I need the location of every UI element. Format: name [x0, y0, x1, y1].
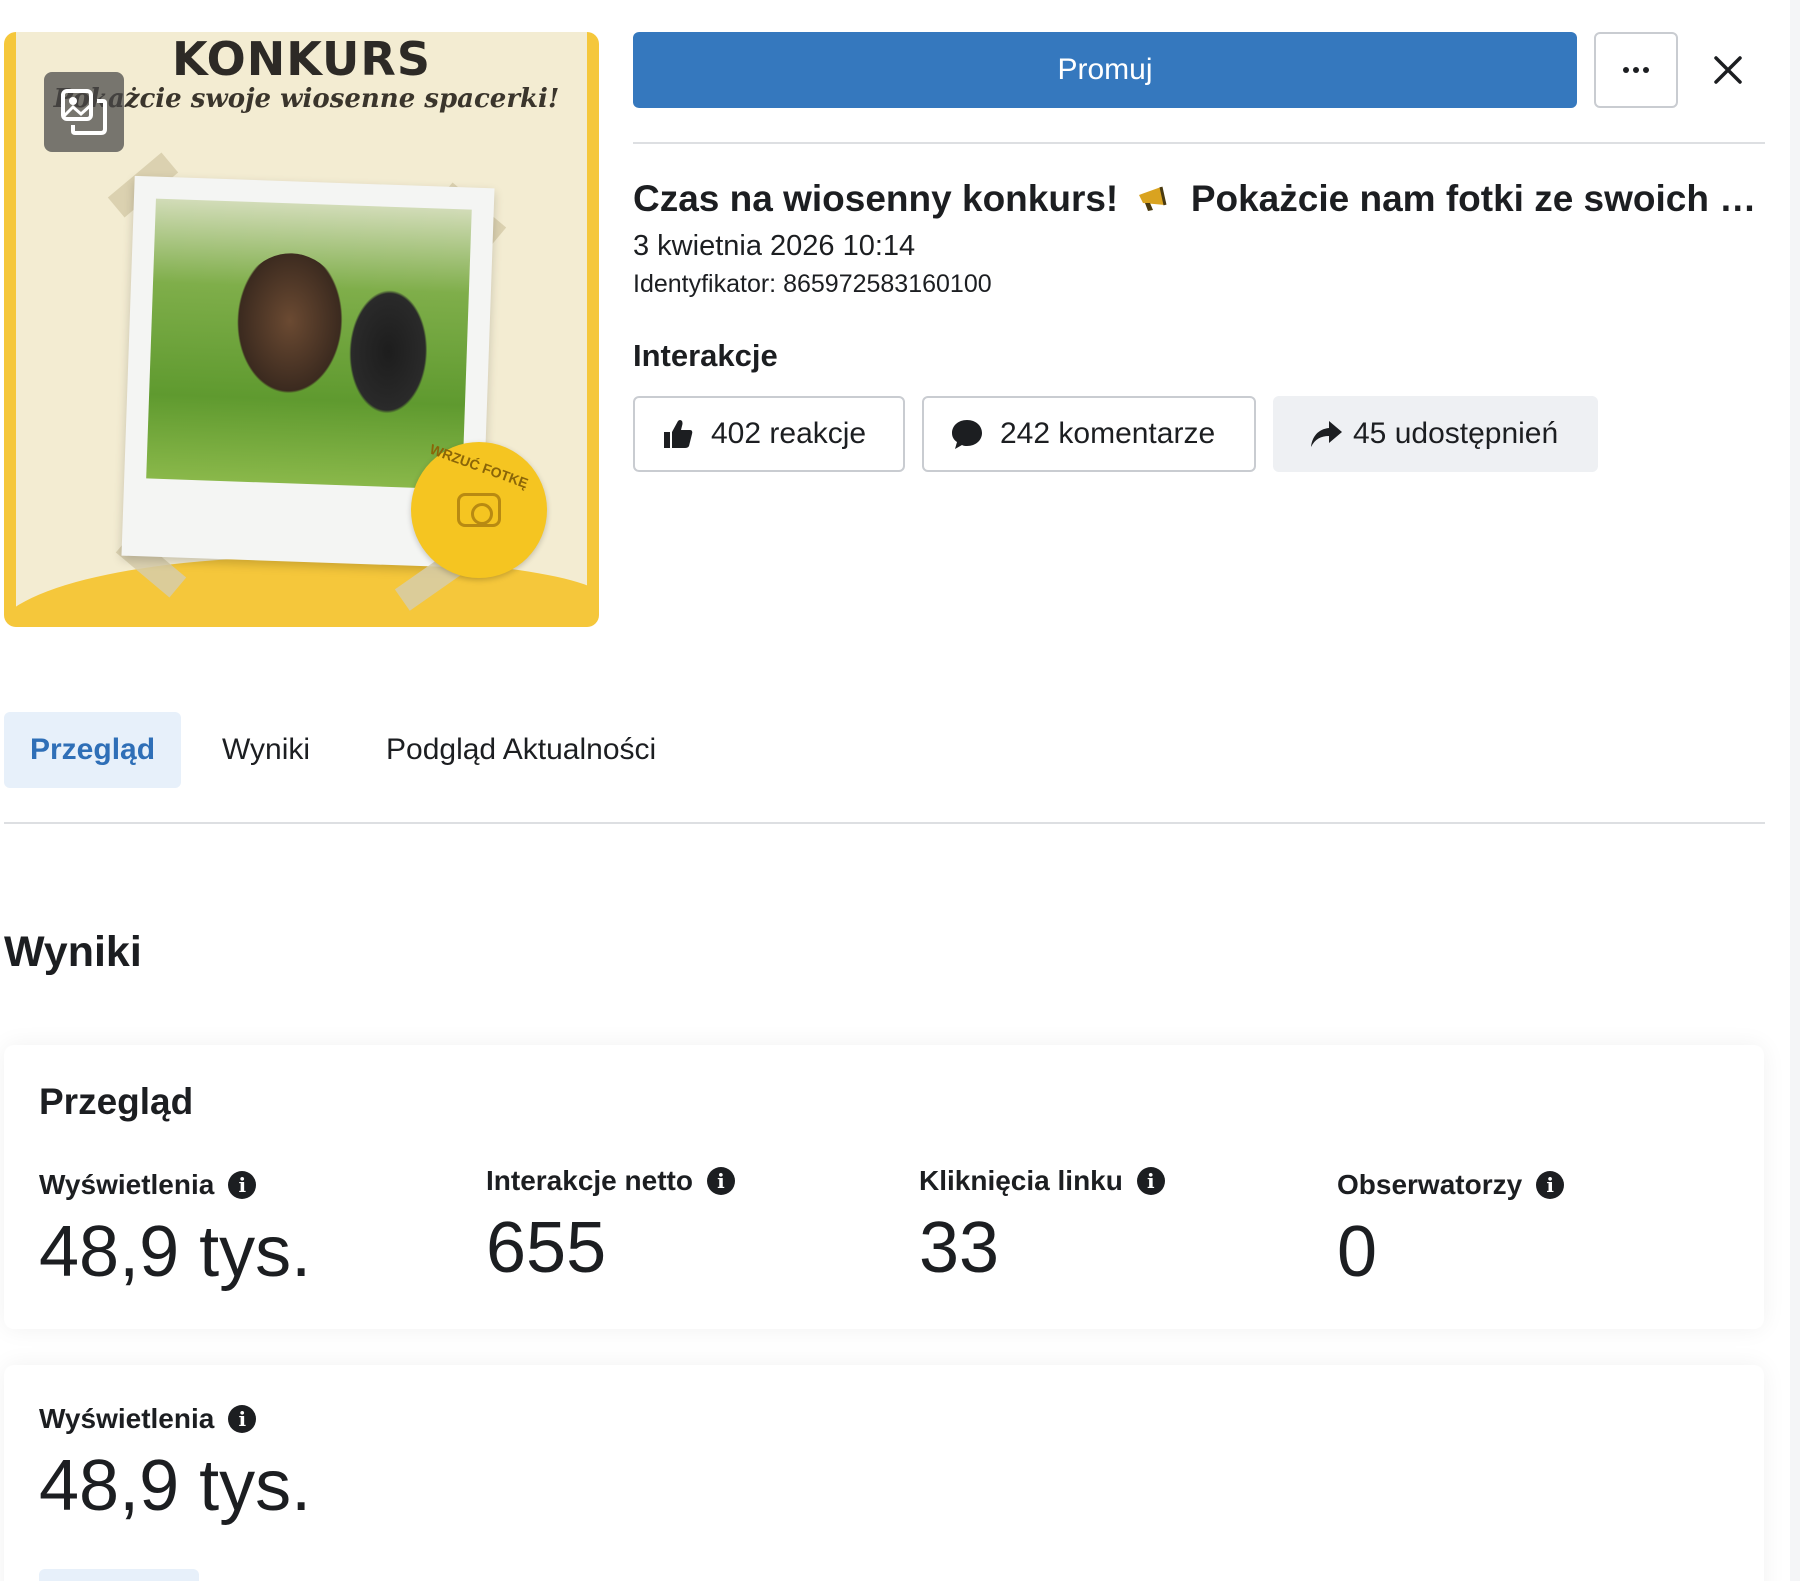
views-breakdown-chip[interactable]	[39, 1569, 199, 1581]
close-icon	[1714, 56, 1742, 84]
post-title: Czas na wiosenny konkurs! Pokażcie nam f…	[633, 178, 1765, 220]
metric-label: Interakcje netto	[486, 1165, 693, 1196]
promote-button[interactable]: Promuj	[633, 32, 1577, 108]
metric-link-clicks: Kliknięcia linku i 33	[919, 1165, 1165, 1289]
results-heading: Wyniki	[4, 928, 142, 976]
overview-card: Przegląd Wyświetlenia i 48,9 tys. Intera…	[4, 1045, 1764, 1329]
comments-button[interactable]: 242 komentarze	[922, 396, 1256, 472]
info-icon[interactable]: i	[228, 1171, 257, 1199]
thumbs-up-icon	[664, 420, 693, 448]
upload-photo-badge: WRZUĆ FOTKĘ	[411, 441, 547, 578]
metric-label: Obserwatorzy	[1337, 1169, 1523, 1200]
tab-results[interactable]: Wyniki	[196, 712, 336, 788]
more-options-button[interactable]	[1594, 32, 1678, 108]
thumbnail-subtitle: Pokażcie swoje wiosenne spacerki!	[53, 84, 560, 114]
info-icon[interactable]: i	[1136, 1167, 1165, 1195]
metric-value: 48,9 tys.	[39, 1212, 312, 1292]
reactions-button[interactable]: 402 reakcje	[633, 396, 905, 472]
info-icon[interactable]: i	[1536, 1171, 1565, 1199]
scrollbar[interactable]	[1790, 0, 1800, 1581]
info-icon[interactable]: i	[228, 1405, 257, 1433]
close-button[interactable]	[1700, 40, 1756, 100]
header-divider	[633, 142, 1765, 144]
post-identifier: Identyfikator: 865972583160100	[633, 270, 992, 298]
metric-value: 655	[486, 1208, 607, 1288]
tab-overview[interactable]: Przegląd	[4, 712, 182, 788]
post-date: 3 kwietnia 2026 10:14	[633, 230, 916, 262]
camera-icon	[457, 493, 501, 527]
metric-value: 0	[1337, 1212, 1378, 1292]
post-thumbnail[interactable]: KONKURS Pokażcie swoje wiosenne spacerki…	[4, 32, 599, 627]
metric-value: 33	[919, 1208, 1000, 1288]
metric-label: Kliknięcia linku	[919, 1165, 1123, 1196]
more-dots-icon	[1623, 67, 1649, 73]
reactions-count: 402 reakcje	[711, 417, 867, 450]
post-title-start: Czas na wiosenny konkurs!	[633, 178, 1119, 219]
metric-label: Wyświetlenia	[39, 1403, 215, 1434]
metric-label: Wyświetlenia	[39, 1169, 215, 1200]
metric-value: 48,9 tys.	[39, 1446, 312, 1526]
tabs-divider	[4, 822, 1765, 824]
comments-count: 242 komentarze	[1000, 417, 1216, 450]
comment-bubble-icon	[952, 420, 982, 449]
dog-image	[226, 251, 353, 406]
badge-text: WRZUĆ FOTKĘ	[427, 440, 531, 492]
metric-followers: Obserwatorzy i 0	[1337, 1169, 1565, 1293]
overview-card-title: Przegląd	[39, 1081, 194, 1122]
shares-count: 45 udostępnień	[1353, 417, 1559, 450]
shares-button[interactable]: 45 udostępnień	[1273, 396, 1598, 472]
interactions-heading: Interakcje	[633, 338, 778, 373]
info-icon[interactable]: i	[706, 1167, 735, 1195]
metric-net-interactions: Interakcje netto i 655	[486, 1165, 735, 1289]
metric-views: Wyświetlenia i 48,9 tys.	[39, 1169, 311, 1293]
views-card: Wyświetlenia i 48,9 tys.	[4, 1365, 1764, 1581]
multi-photo-icon	[44, 72, 124, 152]
megaphone-icon	[1138, 186, 1166, 211]
metric-views-detail: Wyświetlenia i 48,9 tys.	[39, 1403, 311, 1527]
tab-feed-preview[interactable]: Podgląd Aktualności	[360, 712, 682, 788]
post-title-rest: Pokażcie nam fotki ze swoich w...	[1190, 178, 1765, 219]
dog-image	[338, 275, 439, 429]
share-arrow-icon	[1311, 421, 1342, 447]
